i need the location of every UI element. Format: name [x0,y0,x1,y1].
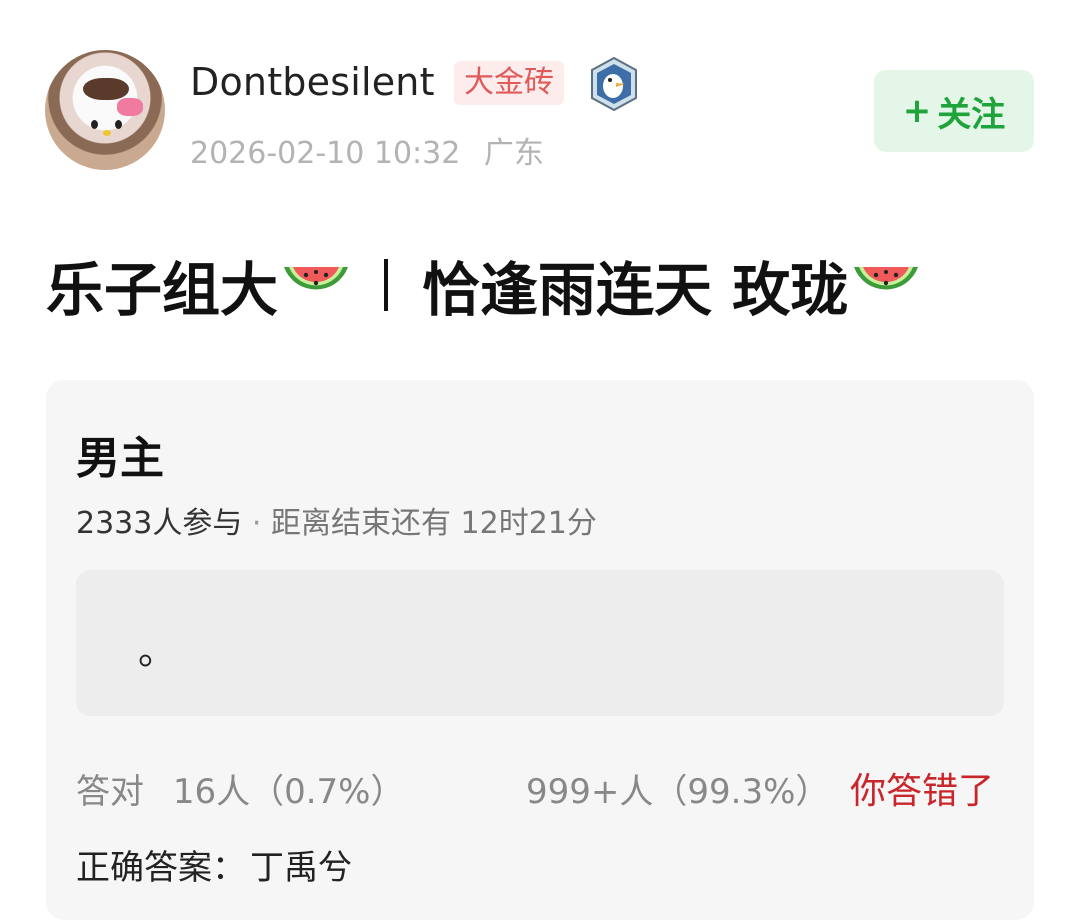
avatar-nose [103,130,111,136]
avatar[interactable] [45,50,165,170]
correct-answer-value: 丁禹兮 [250,848,352,888]
correct-stats: 答对 16人（0.7%） [76,764,404,813]
post-meta: 2026-02-10 10:32 广东 [190,128,544,172]
title-part-1: 乐子组大 [46,256,279,324]
result-wrong: 你答错了 [850,771,995,812]
avatar-bow [117,98,143,116]
avatar-hat [83,78,129,100]
quiz-card: 男主 2333人参与 · 距离结束还有 12时21分 。 答对 16人（0.7%… [46,380,1034,920]
post-title: 乐子组大 恰逢雨连天 玫珑 [46,243,924,327]
user-answer-text: 。 [138,629,177,673]
medal-icon[interactable] [588,56,640,112]
quiz-title: 男主 [76,433,164,484]
avatar-eye [91,120,98,129]
post-date: 2026-02-10 10:32 [190,136,461,171]
avatar-eye [115,120,122,129]
follow-button[interactable]: + 关注 [874,70,1034,152]
follow-label: 关注 [937,94,1006,135]
meta-separator: · [251,506,262,541]
time-remaining: 距离结束还有 12时21分 [271,506,597,541]
watermelon-icon [284,267,349,290]
correct-count: 16人（0.7%） [172,772,405,812]
title-part-2: 恰逢雨连天 玫珑 [422,256,849,324]
correct-answer: 正确答案： 丁禹兮 [76,840,352,889]
user-answer-box: 。 [76,570,1004,716]
post-location: 广东 [483,136,544,171]
quiz-meta: 2333人参与 · 距离结束还有 12时21分 [76,498,597,542]
wrong-count: 999+人（99.3%） [526,772,830,812]
participant-count: 2333人参与 [76,506,243,541]
level-badge[interactable]: 大金砖 [454,61,564,105]
correct-answer-label: 正确答案： [76,848,246,888]
correct-label: 答对 [76,772,144,812]
plus-icon: + [902,91,932,131]
author-name[interactable]: Dontbesilent [190,60,435,104]
watermelon-icon [854,267,919,290]
title-divider [384,259,389,311]
